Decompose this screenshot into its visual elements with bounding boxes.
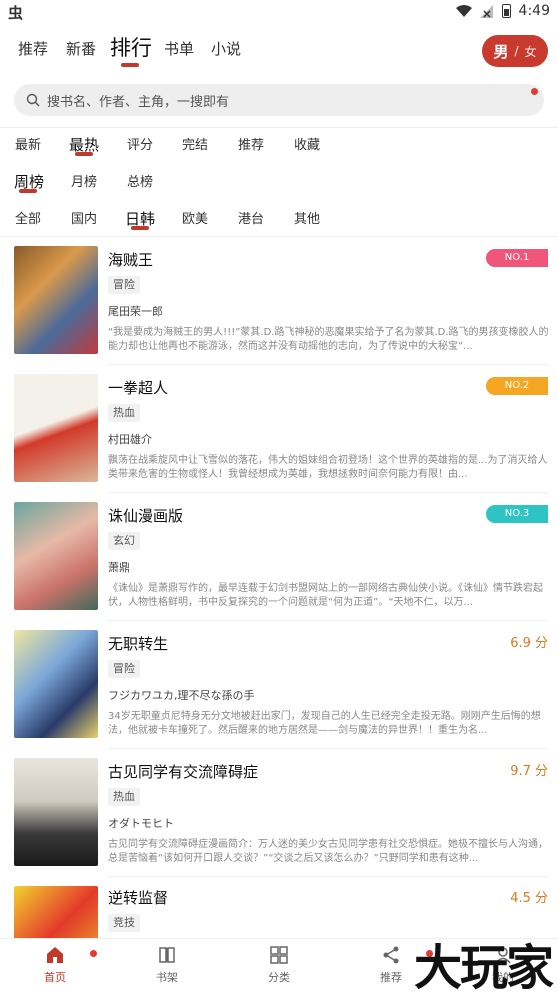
nav-category[interactable]: 分类 [234,945,324,985]
book-cover[interactable] [14,502,98,610]
tab-recommend[interactable]: 推荐 [18,38,48,59]
status-bar: 虫 4:49 [0,0,558,24]
search-placeholder: 搜书名、作者、主角，一搜即有 [47,94,230,110]
list-item[interactable]: 一拳超人 NO.2 热血 村田雄介 飘荡在战乘旋风中让飞雪似的落花，伟大的姐妹组… [0,374,558,502]
list-item[interactable]: 古见同学有交流障碍症 9.7 分 热血 オダトモヒト 古见同学有交流障碍症漫画简… [0,758,558,886]
genre-tag: 冒险 [108,276,140,294]
search-icon [26,93,40,107]
gender-toggle[interactable]: 男 / 女 [482,35,548,67]
book-cover[interactable] [14,630,98,738]
top-tabs: 推荐 新番 排行 书单 小说 [0,30,558,70]
home-icon [47,947,63,963]
book-title[interactable]: 逆转监督 [108,887,168,908]
filter-active-indicator [19,189,37,193]
book-score: 6.9 分 [510,636,548,651]
tab-active-indicator [121,63,139,67]
book-title[interactable]: 无职转生 [108,633,168,654]
book-title[interactable]: 海贼王 [108,249,153,270]
list-item[interactable]: 诛仙漫画版 NO.3 玄幻 萧鼎 《诛仙》是萧鼎写作的，最早连载于幻剑书盟网站上… [0,502,558,630]
divider [108,748,548,749]
book-title[interactable]: 一拳超人 [108,377,168,398]
book-author: 萧鼎 [108,561,130,574]
bug-icon: 虫 [8,4,24,22]
divider [0,127,558,128]
book-author: フジカワユカ,理不尽な孫の手 [108,689,255,702]
book-author: 村田雄介 [108,433,152,446]
share-icon [383,946,399,964]
book-cover[interactable] [14,886,98,938]
filter-latest[interactable]: 最新 [15,134,41,153]
divider [108,492,548,493]
period-filter: 周榜 月榜 总榜 [0,171,558,201]
gender-female[interactable]: 女 [525,43,537,60]
tab-ranking[interactable]: 排行 [110,32,152,62]
filter-hk-tw[interactable]: 港台 [238,208,264,227]
book-cover[interactable] [14,374,98,482]
filter-monthly[interactable]: 月榜 [71,171,97,190]
book-score: 9.7 分 [510,764,548,779]
signal-icon [479,4,493,18]
book-cover[interactable] [14,246,98,354]
category-icon [270,946,288,964]
tab-new[interactable]: 新番 [66,38,96,59]
sort-filter: 最新 最热 评分 完结 推荐 收藏 [0,134,558,164]
divider [108,620,548,621]
filter-total[interactable]: 总榜 [127,171,153,190]
notification-dot [531,88,538,95]
filter-recommended[interactable]: 推荐 [238,134,264,153]
tab-novel[interactable]: 小说 [211,38,241,59]
watermark: 大玩家 [413,940,554,992]
genre-tag: 热血 [108,788,140,806]
nav-home[interactable]: 首页 [10,945,100,985]
tab-booklist[interactable]: 书单 [164,38,194,59]
filter-western[interactable]: 欧美 [182,208,208,227]
search-input[interactable]: 搜书名、作者、主角，一搜即有 [14,84,544,116]
filter-all[interactable]: 全部 [15,208,41,227]
list-item[interactable]: 海贼王 NO.1 冒险 尾田荣一郎 “我是要成为海贼王的男人!!!”蒙其.D.路… [0,246,558,374]
divider [108,876,548,877]
filter-domestic[interactable]: 国内 [71,208,97,227]
divider [108,364,548,365]
divider [0,236,558,237]
status-time: 4:49 [518,3,550,19]
rank-badge: NO.1 [486,249,548,267]
genre-tag: 玄幻 [108,532,140,550]
filter-active-indicator [131,226,149,230]
battery-icon [501,4,511,18]
book-score: 4.5 分 [510,891,548,906]
filter-completed[interactable]: 完结 [182,134,208,153]
list-item[interactable]: 无职转生 6.9 分 冒险 フジカワユカ,理不尽な孫の手 34岁无职童贞尼特身无… [0,630,558,758]
book-description: 34岁无职童贞尼特身无分文地被赶出家门，发现自己的人生已经完全走投无路。刚刚产生… [108,711,541,736]
notification-dot [90,950,97,957]
filter-other[interactable]: 其他 [294,208,320,227]
book-description: 《诛仙》是萧鼎写作的，最早连载于幻剑书盟网站上的一部网络古典仙侠小说。《诛仙》情… [108,583,543,608]
filter-favorites[interactable]: 收藏 [294,134,320,153]
rank-badge: NO.3 [486,505,548,523]
book-description: 古见同学有交流障碍症漫画简介：万人迷的美少女古见同学患有社交恐惧症。她极不擅长与… [108,839,548,864]
genre-tag: 竞技 [108,914,140,932]
gender-male[interactable]: 男 [493,41,508,62]
gender-separator: / [514,44,519,58]
book-author: 尾田荣一郎 [108,305,163,318]
rank-badge: NO.2 [486,377,548,395]
book-author: オダトモヒト [108,817,174,830]
book-description: 飘荡在战乘旋风中让飞雪似的落花，伟大的姐妹组合初登场！这个世界的英雄指的是...… [108,455,548,480]
wifi-icon [455,5,472,17]
book-cover[interactable] [14,758,98,866]
book-title[interactable]: 古见同学有交流障碍症 [108,761,258,782]
genre-tag: 冒险 [108,660,140,678]
bookshelf-icon [159,947,175,963]
book-title[interactable]: 诛仙漫画版 [108,505,183,526]
filter-rating[interactable]: 评分 [127,134,153,153]
filter-active-indicator [75,152,93,156]
nav-bookshelf[interactable]: 书架 [122,945,212,985]
genre-tag: 热血 [108,404,140,422]
region-filter: 全部 国内 日韩 欧美 港台 其他 [0,208,558,238]
book-description: “我是要成为海贼王的男人!!!”蒙其.D.路飞神秘的恶魔果实给予了名为蒙其.D.… [108,327,549,352]
